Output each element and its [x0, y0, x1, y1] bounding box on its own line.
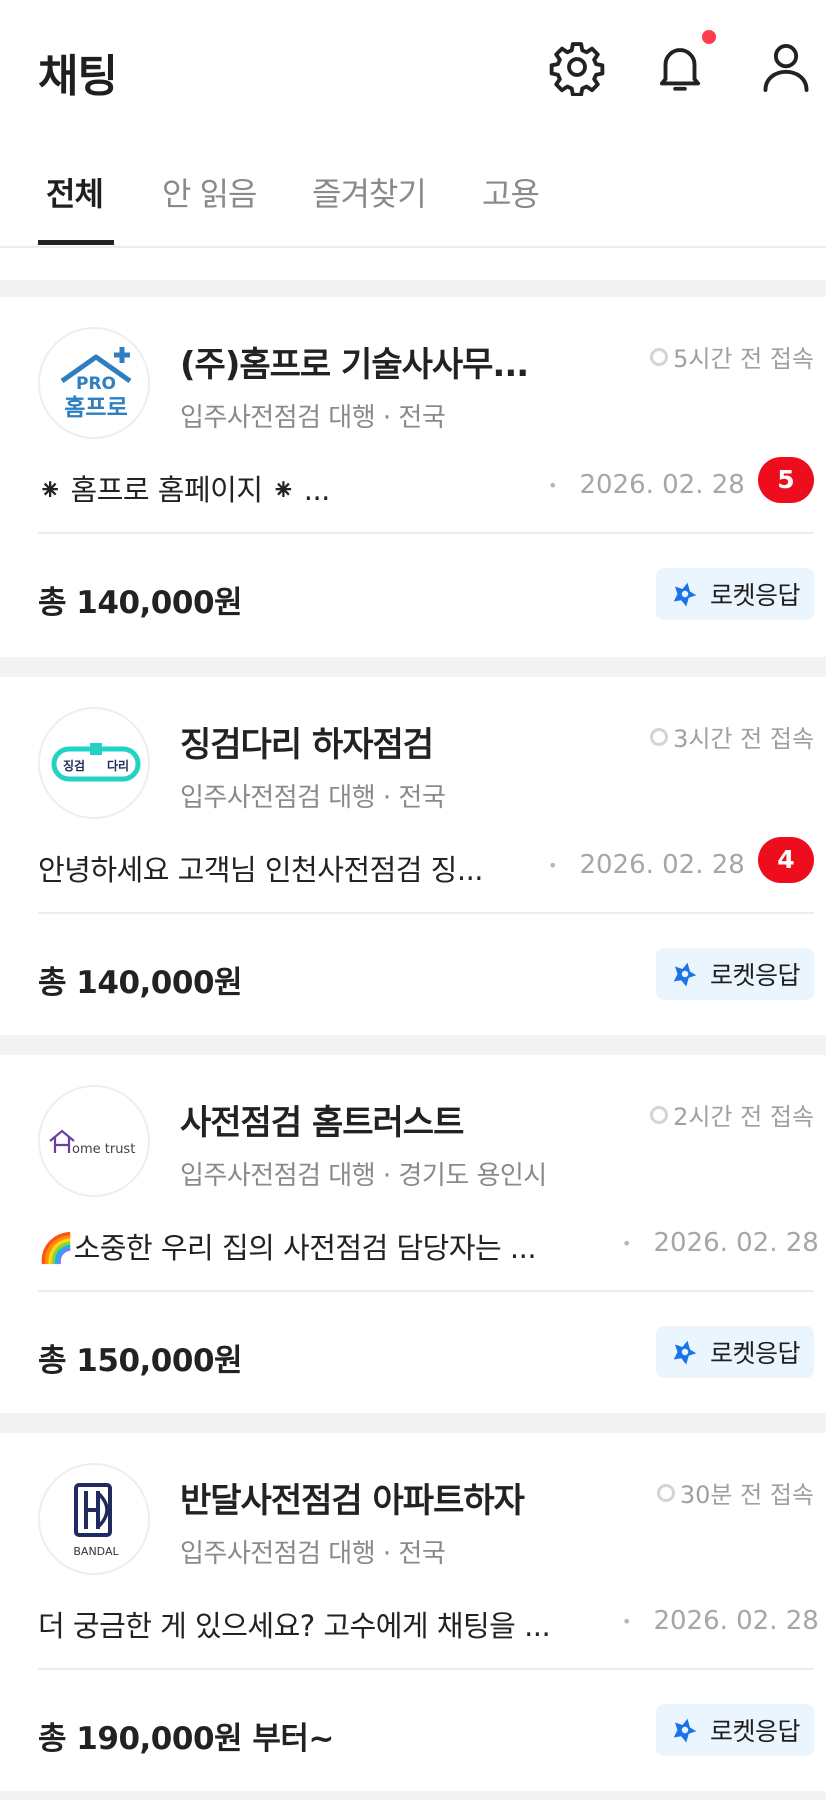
last-message: 🌈소중한 우리 집의 사전점검 담당자는 ... [38, 1231, 537, 1265]
last-message: 더 궁금한 게 있으세요? 고수에게 채팅을 ... [38, 1609, 551, 1643]
tab-unread[interactable]: 안 읽음 [162, 169, 257, 215]
tab-all[interactable]: 전체 [46, 169, 104, 215]
logo-text-left: 징검 [63, 758, 85, 773]
message-date: 2026. 02. 28 [548, 850, 744, 880]
section-separator [0, 1791, 826, 1800]
logo-text-right: 다리 [107, 758, 129, 773]
bandal-logo: BANDAL [73, 1483, 119, 1558]
online-ring-icon [650, 727, 669, 746]
last-message: 안녕하세요 고객님 인천사전점검 징... [38, 853, 484, 887]
online-ring-icon [650, 1105, 669, 1124]
chat-subtitle: 입주사전점검 대행 · 전국 [180, 1539, 446, 1569]
active-tab-indicator [38, 240, 114, 245]
chat-subtitle: 입주사전점검 대행 · 전국 [180, 403, 446, 433]
last-seen: 30분 전 접속 [656, 1475, 814, 1510]
price: 총 190,000원 부터~ [38, 1721, 334, 1757]
tab-hire[interactable]: 고용 [482, 169, 540, 215]
price: 총 140,000원 [38, 965, 243, 1001]
rocket-icon [673, 582, 697, 607]
user-icon[interactable] [757, 38, 815, 96]
card-divider [38, 532, 814, 534]
rocket-response-tag: 로켓응답 [656, 1704, 814, 1756]
section-separator [0, 1413, 826, 1433]
online-ring-icon [650, 347, 669, 366]
last-seen: 5시간 전 접속 [650, 339, 814, 374]
logo-text-top: PRO [76, 374, 116, 394]
message-date: 2026. 02. 28 [622, 1606, 818, 1636]
chat-card[interactable]: PRO 홈프로 (주)홈프로 기술사사무... 5시간 전 접속 입주사전점검 … [0, 297, 826, 657]
bell-icon[interactable] [651, 38, 709, 96]
card-divider [38, 912, 814, 914]
unread-badge: 4 [758, 837, 814, 883]
rocket-icon [673, 1718, 697, 1743]
message-date: 2026. 02. 28 [548, 470, 744, 500]
logo-text: BANDAL [73, 1545, 119, 1558]
chat-subtitle: 입주사전점검 대행 · 전국 [180, 783, 446, 813]
card-divider [38, 1290, 814, 1292]
jingeom-logo: 징검 다리 [51, 743, 141, 782]
last-seen: 3시간 전 접속 [650, 719, 814, 754]
rocket-icon [673, 1340, 697, 1365]
avatar: PRO 홈프로 [38, 327, 150, 439]
chat-name: 반달사전점검 아파트하자 [180, 1481, 525, 1521]
notification-dot [702, 30, 716, 44]
message-date: 2026. 02. 28 [622, 1228, 818, 1258]
gear-icon[interactable] [548, 38, 606, 96]
chat-card[interactable]: BANDAL 반달사전점검 아파트하자 30분 전 접속 입주사전점검 대행 ·… [0, 1433, 826, 1791]
price: 총 150,000원 [38, 1343, 243, 1379]
chat-name: 사전점검 홈트러스트 [180, 1103, 464, 1143]
chat-card[interactable]: ome trust 사전점검 홈트러스트 2시간 전 접속 입주사전점검 대행 … [0, 1055, 826, 1413]
rocket-response-tag: 로켓응답 [656, 948, 814, 1000]
chat-subtitle: 입주사전점검 대행 · 경기도 용인시 [180, 1161, 547, 1191]
last-message: ⁕ 홈프로 홈페이지 ⁕ ... [38, 473, 330, 507]
rocket-icon [673, 962, 697, 987]
homepro-logo: PRO 홈프로 [60, 347, 132, 421]
avatar: BANDAL [38, 1463, 150, 1575]
chat-name: (주)홈프로 기술사사무... [180, 345, 529, 385]
logo-text-bottom: 홈프로 [64, 395, 127, 421]
avatar: 징검 다리 [38, 707, 150, 819]
chat-tabs: 전체 안 읽음 즐겨찾기 고용 [0, 135, 826, 248]
last-seen: 2시간 전 접속 [650, 1097, 814, 1132]
section-separator [0, 280, 826, 297]
hometrust-logo: ome trust [49, 1129, 135, 1157]
rocket-response-tag: 로켓응답 [656, 568, 814, 620]
price: 총 140,000원 [38, 585, 243, 621]
logo-text: ome trust [72, 1142, 135, 1157]
avatar: ome trust [38, 1085, 150, 1197]
online-ring-icon [656, 1483, 675, 1502]
section-separator [0, 657, 826, 677]
rocket-response-tag: 로켓응답 [656, 1326, 814, 1378]
tab-favorites[interactable]: 즐겨찾기 [312, 169, 427, 215]
card-divider [38, 1668, 814, 1670]
unread-badge: 5 [758, 457, 814, 503]
page-title: 채팅 [38, 51, 118, 102]
app-header: 채팅 [0, 0, 826, 135]
chat-card[interactable]: 징검 다리 징검다리 하자점검 3시간 전 접속 입주사전점검 대행 · 전국 … [0, 677, 826, 1035]
chat-name: 징검다리 하자점검 [180, 725, 434, 765]
section-separator [0, 1035, 826, 1055]
